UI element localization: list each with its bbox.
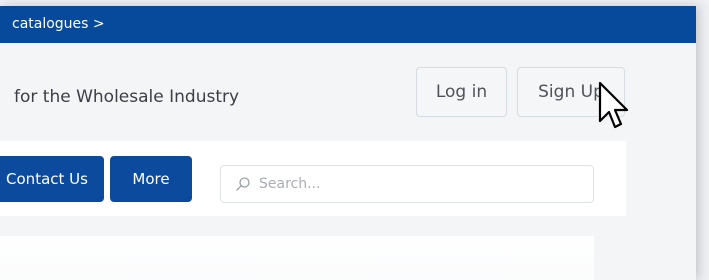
browser-window: catalogues > for the Wholesale Industry … — [0, 6, 696, 280]
top-banner: catalogues > — [0, 6, 696, 43]
navigation-bar: Contact Us More — [0, 141, 626, 216]
search-icon — [233, 174, 253, 194]
catalogues-link[interactable]: catalogues > — [12, 16, 105, 32]
hero-section — [0, 236, 594, 280]
site-tagline: for the Wholesale Industry — [14, 87, 240, 107]
more-button[interactable]: More — [110, 156, 192, 202]
login-button[interactable]: Log in — [416, 67, 507, 117]
page: catalogues > for the Wholesale Industry … — [0, 0, 709, 280]
signup-button[interactable]: Sign Up — [517, 67, 625, 117]
search-box[interactable] — [220, 165, 594, 203]
contact-us-button[interactable]: Contact Us — [0, 156, 104, 202]
search-input[interactable] — [259, 176, 559, 192]
